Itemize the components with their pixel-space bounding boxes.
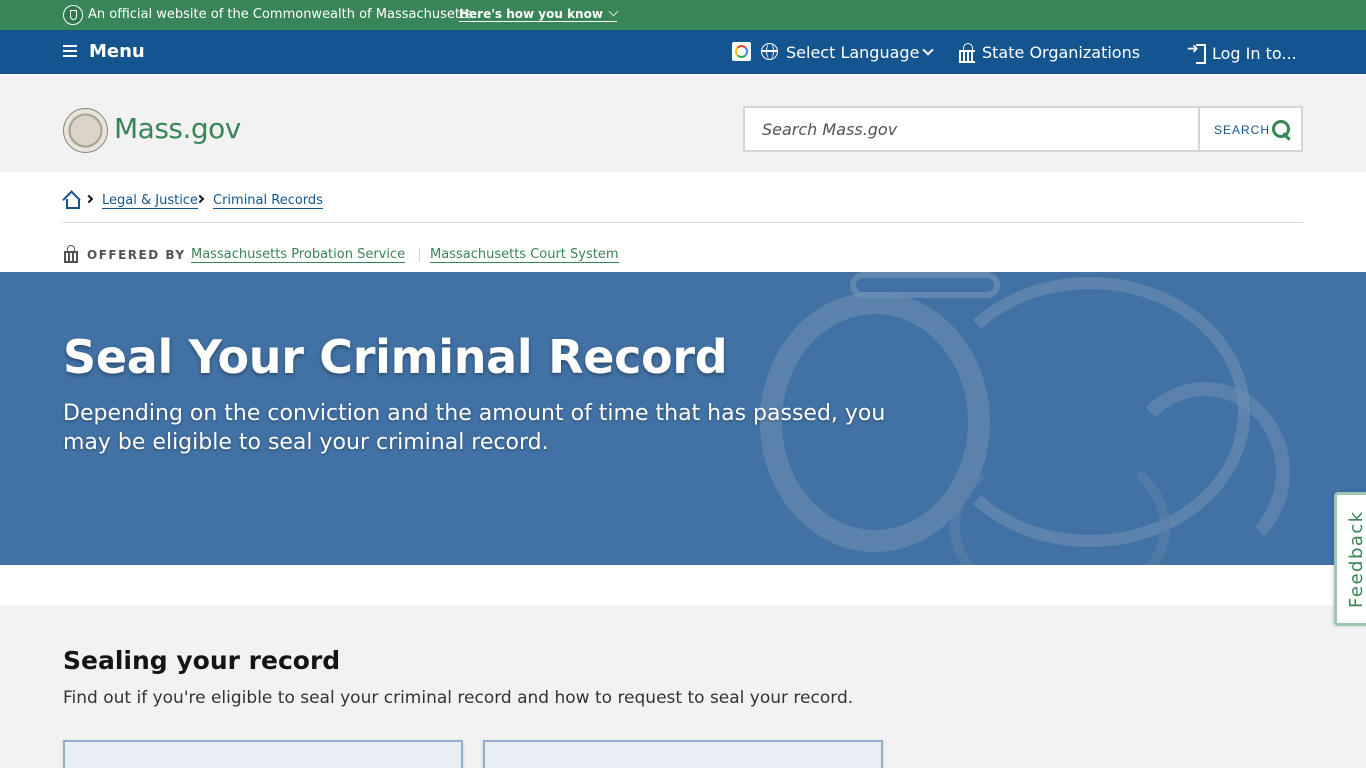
link-card[interactable]	[483, 740, 883, 768]
offered-by-label: OFFERED BY	[87, 248, 186, 262]
breadcrumb-divider	[63, 222, 1303, 223]
google-translate-icon	[732, 42, 751, 61]
section-title: Sealing your record	[63, 646, 341, 675]
feedback-label[interactable]: Feedback	[1346, 510, 1366, 608]
mass-gov-logo[interactable]: Mass.gov	[114, 112, 241, 145]
select-language-button[interactable]: Select Language	[786, 43, 919, 62]
org-link-probation-service[interactable]: Massachusetts Probation Service	[191, 247, 406, 263]
breadcrumb-legal-justice[interactable]: Legal & Justice	[102, 193, 198, 209]
heres-how-you-know-link[interactable]: Here's how you know	[459, 6, 619, 22]
breadcrumb-criminal-records[interactable]: Criminal Records	[213, 193, 323, 209]
section-description: Find out if you're eligible to seal your…	[63, 688, 854, 708]
chevron-down-icon	[608, 6, 619, 17]
login-icon	[1187, 41, 1206, 64]
capitol-building-icon	[64, 245, 78, 263]
state-seal-icon	[63, 5, 83, 25]
site-header: Mass.gov SEARCH	[0, 74, 1366, 172]
spacer-strip	[0, 565, 1366, 605]
chevron-right-icon	[84, 194, 94, 204]
state-organizations-button[interactable]: State Organizations	[982, 43, 1140, 62]
official-banner-text: An official website of the Commonwealth …	[88, 7, 472, 22]
handcuff-graphic	[1120, 382, 1290, 562]
login-button[interactable]: Log In to...	[1212, 44, 1297, 63]
mass-seal-logo-icon[interactable]	[63, 108, 108, 153]
search-button[interactable]: SEARCH	[1198, 108, 1301, 150]
official-banner: An official website of the Commonwealth …	[0, 0, 1366, 30]
search-icon	[1272, 120, 1292, 140]
org-separator	[419, 248, 420, 262]
link-card[interactable]	[63, 740, 463, 768]
heres-how-you-know-label: Here's how you know	[459, 7, 603, 21]
globe-icon	[761, 43, 778, 60]
breadcrumb-area: Legal & Justice Criminal Records OFFERED…	[0, 172, 1366, 272]
search-form: SEARCH	[743, 106, 1303, 152]
utility-nav: Menu Select Language State Organizations…	[0, 30, 1366, 74]
hamburger-menu-icon[interactable]	[63, 45, 77, 57]
menu-button[interactable]: Menu	[89, 41, 145, 62]
page-title: Seal Your Criminal Record	[63, 330, 728, 384]
org-link-court-system[interactable]: Massachusetts Court System	[430, 247, 619, 263]
home-icon[interactable]	[63, 192, 80, 209]
search-input[interactable]	[745, 108, 1198, 150]
page-subtitle: Depending on the conviction and the amou…	[63, 401, 886, 455]
search-button-label: SEARCH	[1214, 123, 1271, 137]
page-hero: Seal Your Criminal Record Depending on t…	[0, 272, 1366, 565]
chevron-down-icon[interactable]	[922, 44, 934, 56]
capitol-building-icon	[959, 43, 975, 63]
